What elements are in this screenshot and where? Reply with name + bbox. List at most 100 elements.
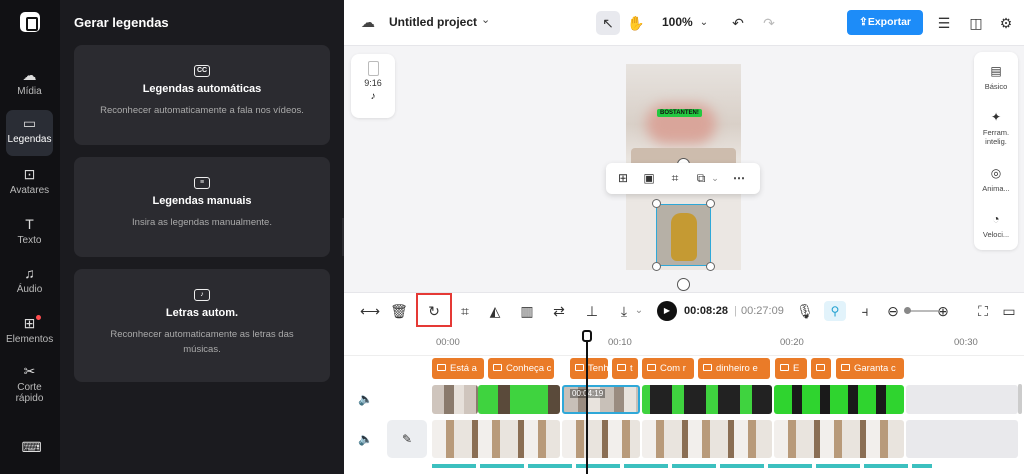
zoom-slider-knob[interactable] [904, 307, 911, 314]
replace-icon[interactable]: ⧉ [694, 171, 708, 185]
rail-item-elements[interactable]: ⊞ Elementos [6, 310, 53, 356]
split-icon[interactable]: ⟷ [360, 302, 380, 320]
ruler-label: 00:20 [780, 337, 804, 348]
freeze-frame-icon[interactable]: ▥ [518, 302, 536, 320]
app-logo-icon[interactable] [20, 12, 40, 32]
transition-icon[interactable]: ⇄ [550, 302, 568, 320]
video-clip[interactable] [478, 385, 560, 414]
caption-clip[interactable]: Com r [642, 358, 694, 379]
ruler-baseline [344, 355, 1024, 356]
caption-clip[interactable]: t [612, 358, 638, 379]
microphone-icon[interactable]: 🎙 [796, 302, 814, 320]
delete-trash-icon[interactable]: 🗑 [390, 302, 408, 320]
track-volume-icon[interactable]: 🔈 [358, 392, 373, 406]
cloud-upload-icon: ☁ [22, 67, 37, 83]
tool-speed[interactable]: ◔ Veloci... [974, 212, 1018, 239]
select-pointer-icon[interactable]: ↖ [596, 11, 620, 35]
resize-handle[interactable] [652, 199, 661, 208]
resize-handle[interactable] [706, 262, 715, 271]
video-clip[interactable] [642, 385, 772, 414]
caption-clip[interactable] [811, 358, 831, 379]
crop-icon[interactable]: ⌗ [456, 302, 474, 320]
aspect-ratio-selector[interactable]: 9:16 ♪ [351, 54, 395, 118]
mirror-flip-icon[interactable]: ◭ [486, 302, 504, 320]
zoom-level[interactable]: 100% [662, 15, 693, 29]
rail-item-media[interactable]: ☁ Mídia [6, 62, 53, 108]
track-volume-icon[interactable]: 🔈 [358, 432, 373, 446]
chevron-down-icon[interactable]: ⌄ [481, 13, 490, 26]
auto-captions-card[interactable]: CC Legendas automáticas Reconhecer autom… [74, 45, 330, 145]
auto-lyrics-card[interactable]: ♪ Letras autom. Reconhecer automaticamen… [74, 269, 330, 382]
rail-item-audio[interactable]: ♫ Áudio [6, 260, 53, 306]
rail-item-shortcuts[interactable]: ⌨ [6, 436, 53, 460]
cloud-sync-icon[interactable]: ☁ [361, 14, 379, 30]
video-clip[interactable] [562, 420, 640, 458]
zoom-chevron-icon[interactable]: ⌄ [692, 11, 716, 35]
caption-icon [780, 364, 789, 371]
settings-gear-icon[interactable]: ⚙ [994, 11, 1018, 35]
playhead-handle[interactable] [582, 330, 592, 342]
fullscreen-icon[interactable]: ⛶ [974, 302, 992, 320]
layers-icon[interactable]: ☰ [932, 11, 956, 35]
add-image-icon[interactable]: ⊞ [616, 171, 630, 185]
replay-icon[interactable]: ↻ [425, 302, 443, 320]
trim-marker-icon[interactable]: ⊥ [583, 302, 601, 320]
right-tools-panel: ▤ Básico ✦ Ferram. intelig. ◎ Anima... ◔… [974, 52, 1018, 250]
play-button[interactable]: ▶ [657, 301, 677, 321]
rail-item-label: Legendas [7, 134, 52, 145]
align-split-icon[interactable]: ⫞ [856, 302, 874, 320]
subtitle-preview-icon[interactable]: ▭ [1000, 302, 1018, 320]
video-clip[interactable] [774, 385, 904, 414]
rail-item-text[interactable]: T Texto [6, 211, 53, 257]
zoom-out-icon[interactable]: ⊖ [884, 302, 902, 320]
film-icon: ▤ [990, 64, 1002, 78]
caption-clip[interactable]: E [775, 358, 807, 379]
top-bar: ☁ Untitled project ⌄ ↖ ✋ 100% ⌄ ↶ ↷ ⇪Exp… [344, 0, 1024, 46]
chevron-down-icon[interactable]: ⌄ [630, 302, 648, 320]
export-button[interactable]: ⇪Exportar [847, 10, 923, 35]
edit-cover-icon[interactable]: ✎ [387, 420, 427, 458]
manual-captions-card[interactable]: ≡ Legendas manuais Insira as legendas ma… [74, 157, 330, 257]
caption-clip[interactable]: Conheça c [488, 358, 554, 379]
tool-smart[interactable]: ✦ Ferram. intelig. [974, 110, 1018, 146]
caption-clip[interactable]: Tenh [570, 358, 608, 379]
caption-clip[interactable]: dinheiro e [698, 358, 770, 379]
snap-magnet-icon[interactable]: ⚲ [824, 301, 846, 321]
more-options-icon[interactable]: ⋯ [732, 171, 746, 185]
track-scrollbar[interactable] [1018, 384, 1022, 414]
tool-label: Ferram. intelig. [982, 128, 1010, 146]
resize-handle[interactable] [652, 262, 661, 271]
caption-track: Está a Conheça c Tenh t Com r dinheiro e… [432, 358, 912, 379]
tool-animation[interactable]: ◎ Anima... [974, 166, 1018, 193]
resize-handle[interactable] [706, 199, 715, 208]
playhead[interactable] [586, 330, 588, 474]
rail-item-label: Corte rápido [15, 382, 44, 404]
rotate-handle-icon[interactable] [677, 278, 690, 291]
video-clip[interactable] [432, 385, 478, 414]
caption-clip[interactable]: Está a [432, 358, 484, 379]
video-clip[interactable] [774, 420, 904, 458]
rail-item-quick-cut[interactable]: ✂ Corte rápido [6, 358, 53, 414]
video-clip[interactable] [432, 420, 560, 458]
crop-icon[interactable]: ⌗ [668, 171, 682, 185]
zoom-in-icon[interactable]: ⊕ [934, 302, 952, 320]
tool-basic[interactable]: ▤ Básico [974, 64, 1018, 91]
caption-clip[interactable]: Garanta c [836, 358, 904, 379]
keyboard-icon: ⌨ [21, 439, 42, 455]
undo-icon[interactable]: ↶ [726, 11, 750, 35]
captions-panel: Gerar legendas CC Legendas automáticas R… [60, 0, 344, 474]
project-name[interactable]: Untitled project [389, 15, 477, 29]
rail-item-avatars[interactable]: ⊡ Avatares [6, 161, 53, 207]
rail-item-captions[interactable]: ▭ Legendas [6, 110, 53, 156]
audio-track-strip[interactable] [432, 464, 932, 468]
layout-panel-icon[interactable]: ◫ [964, 11, 988, 35]
chevron-down-icon[interactable]: ⌄ [708, 171, 722, 185]
card-desc: Reconhecer automaticamente a fala nos ví… [100, 105, 304, 116]
redo-icon[interactable]: ↷ [757, 11, 781, 35]
mask-icon[interactable]: ▣ [642, 171, 656, 185]
selected-overlay-element[interactable] [656, 204, 711, 266]
current-time: 00:08:28 [684, 305, 729, 317]
video-clip[interactable] [642, 420, 772, 458]
left-rail: ☁ Mídia ▭ Legendas ⊡ Avatares T Texto ♫ … [0, 0, 60, 474]
hand-pan-icon[interactable]: ✋ [624, 11, 648, 35]
